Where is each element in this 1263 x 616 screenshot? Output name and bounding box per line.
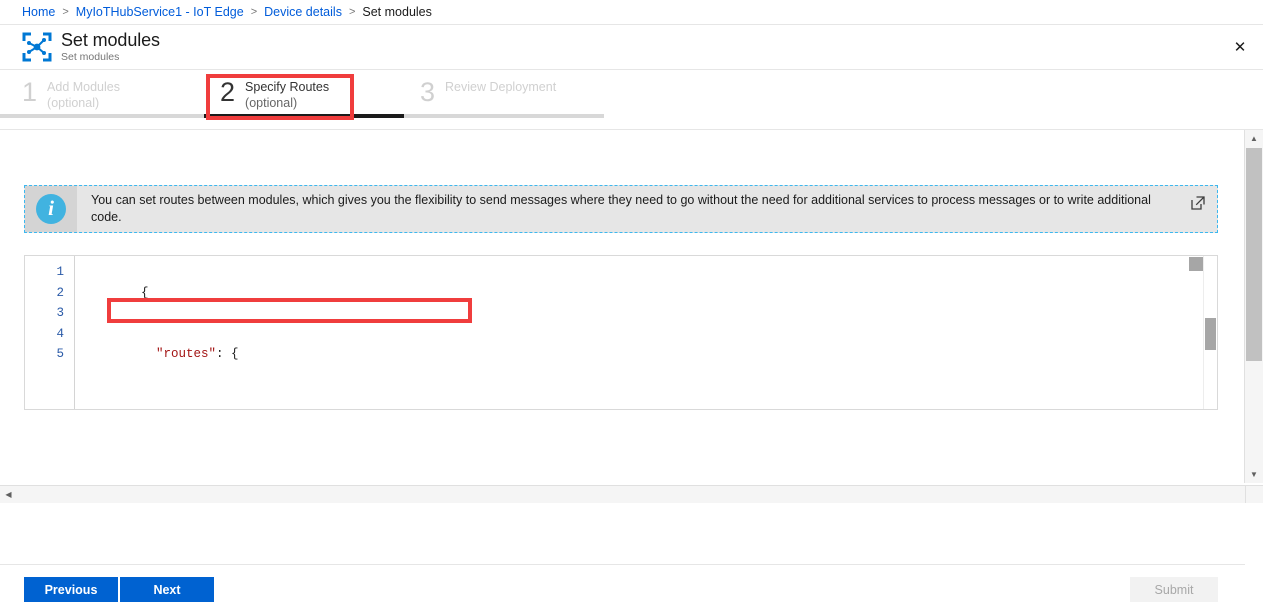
scrollbar-corner	[1245, 485, 1263, 503]
code-token-string: "FROM /messages/* INTO $upstream"	[239, 409, 487, 410]
tab-specify-routes[interactable]: 2 Specify Routes (optional)	[204, 70, 404, 118]
code-token: :	[224, 409, 239, 410]
tab-label: Add Modules	[47, 80, 120, 94]
tab-sublabel: (optional)	[47, 95, 100, 110]
tab-add-modules[interactable]: 1 Add Modules (optional)	[0, 70, 204, 118]
breadcrumb-item-home[interactable]: Home	[22, 5, 55, 19]
breadcrumb-item-device-details[interactable]: Device details	[264, 5, 342, 19]
line-number: 3	[56, 306, 64, 320]
tab-review-deployment[interactable]: 3 Review Deployment	[404, 70, 604, 118]
breadcrumb-item-set-modules: Set modules	[362, 5, 432, 19]
code-line[interactable]: {	[75, 262, 1217, 324]
previous-button[interactable]: Previous	[24, 577, 118, 602]
editor-line-numbers: 1 2 3 4 5	[25, 256, 75, 409]
line-number: 1	[56, 265, 64, 279]
code-line-route[interactable]: "route": "FROM /messages/* INTO $upstrea…	[75, 385, 1217, 410]
tab-number: 1	[22, 77, 38, 107]
breadcrumb-separator: >	[62, 6, 69, 18]
code-token-key: "route"	[171, 409, 224, 410]
tab-label: Review Deployment	[445, 80, 557, 94]
info-icon: i	[25, 186, 77, 232]
scroll-right-icon[interactable]	[1228, 486, 1245, 503]
main-content: i You can set routes between modules, wh…	[0, 130, 1245, 616]
line-number: 5	[56, 347, 64, 361]
editor-vertical-scroll-thumb[interactable]	[1205, 318, 1216, 350]
tab-number: 2	[220, 77, 236, 107]
breadcrumb-separator: >	[250, 6, 258, 18]
scroll-left-icon[interactable]: ◀	[0, 486, 17, 503]
editor-selection-marker	[1189, 257, 1203, 271]
wizard-footer: Previous Next Submit	[0, 564, 1245, 616]
close-icon[interactable]: ✕	[1225, 32, 1255, 62]
page-vertical-scrollbar[interactable]: ▲ ▼	[1244, 130, 1263, 483]
code-token-key: "routes"	[156, 347, 217, 361]
scroll-up-icon[interactable]: ▲	[1245, 130, 1263, 147]
code-token: : {	[216, 347, 239, 361]
tab-sublabel: (optional)	[245, 95, 298, 110]
next-button[interactable]: Next	[120, 577, 214, 602]
external-link-icon[interactable]	[1189, 194, 1207, 212]
routes-json-editor[interactable]: 1 2 3 4 5 { "routes": { "route": "FROM /…	[24, 255, 1218, 410]
page-subtitle: Set modules	[61, 51, 120, 64]
scroll-down-icon[interactable]: ▼	[1245, 466, 1263, 483]
page-title: Set modules	[61, 30, 160, 51]
page-vertical-scroll-thumb[interactable]	[1246, 148, 1262, 361]
breadcrumb-separator: >	[348, 6, 356, 18]
tab-number: 3	[420, 77, 436, 107]
info-glyph: i	[36, 194, 66, 224]
code-token: {	[141, 285, 149, 300]
editor-vertical-scrollbar[interactable]	[1203, 256, 1217, 409]
tab-underline	[404, 114, 604, 118]
info-banner: i You can set routes between modules, wh…	[24, 185, 1218, 233]
tab-label: Specify Routes	[245, 80, 330, 94]
wizard-steps: 1 Add Modules (optional) 2 Specify Route…	[0, 70, 1263, 130]
page-horizontal-scrollbar[interactable]: ◀	[0, 485, 1263, 503]
breadcrumb: Home > MyIoTHubService1 - IoT Edge > Dev…	[0, 0, 1263, 25]
blade-header: Set modules Set modules ✕	[0, 25, 1263, 70]
tab-underline-active	[204, 114, 404, 118]
breadcrumb-item-iot-hub[interactable]: MyIoTHubService1 - IoT Edge	[76, 5, 244, 19]
set-modules-icon	[22, 32, 52, 62]
submit-button[interactable]: Submit	[1130, 577, 1218, 602]
editor-code-area[interactable]: { "routes": { "route": "FROM /messages/*…	[75, 256, 1217, 409]
line-number: 2	[56, 285, 64, 300]
line-number: 4	[56, 326, 64, 341]
info-banner-text: You can set routes between modules, whic…	[91, 193, 1151, 224]
code-line[interactable]: "routes": {	[75, 324, 1217, 386]
tab-underline	[0, 114, 204, 118]
